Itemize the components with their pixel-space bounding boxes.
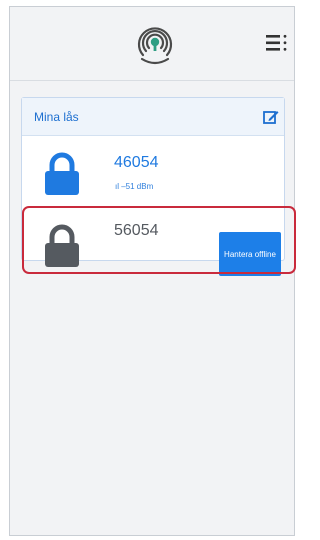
my-locks-panel: Mina lås 46054 ıl –51 dBm 56054 Hantera … [21,97,285,276]
manage-offline-button[interactable]: Hantera offline [219,232,281,276]
signal-bars-icon: ıl [115,182,119,191]
panel-title: Mina lås [34,110,79,124]
app-window: Mina lås 46054 ıl –51 dBm 56054 Hantera … [9,6,295,536]
menu-icon[interactable] [266,33,288,53]
top-bar [10,7,294,81]
signal-value: –51 dBm [121,182,154,191]
lock-name: 46054 [114,154,159,171]
lock-icon [45,224,79,267]
lock-row-56054: 56054 Hantera offline [22,210,284,282]
edit-icon[interactable] [263,109,279,125]
panel-header: Mina lås [22,98,284,136]
fingerprint-logo-icon [137,27,173,65]
signal-strength: ıl –51 dBm [115,182,153,191]
lock-row-46054[interactable]: 46054 ıl –51 dBm [22,138,284,210]
lock-name: 56054 [114,222,159,239]
lock-icon [45,152,79,195]
